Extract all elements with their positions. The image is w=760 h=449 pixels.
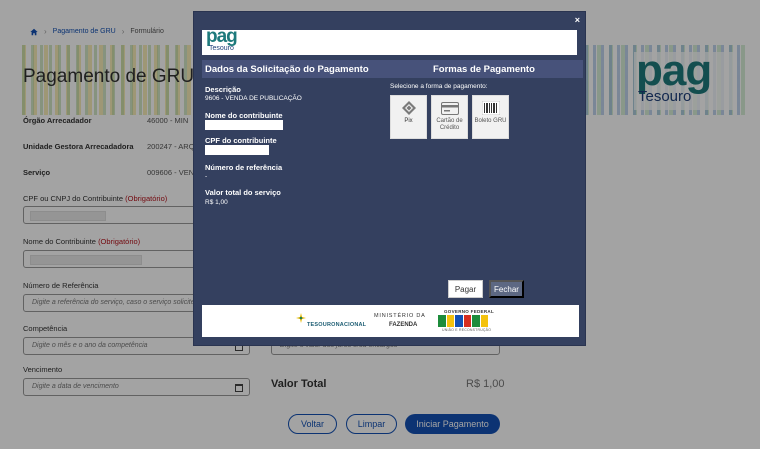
ministerio-fazenda-logo: MINISTÉRIO DA FAZENDA: [374, 313, 426, 328]
nome-contribuinte-value: [205, 120, 283, 130]
pay-option-boleto[interactable]: Boleto GRU: [472, 95, 509, 139]
pagar-button[interactable]: Pagar: [448, 280, 483, 298]
descricao-value: 9606 - VENDA DE PUBLICAÇÃO: [205, 95, 302, 102]
pay-option-cartao[interactable]: Cartão de Crédito: [431, 95, 468, 139]
governo-federal-logo: GOVERNO FEDERAL UNIÃO E RECONSTRUÇÃO: [436, 309, 494, 333]
valor-total-value: R$ 1,00: [205, 199, 228, 206]
modal-logo-bar: pag Tesouro: [202, 26, 577, 55]
cpf-contribuinte-value: [205, 145, 269, 155]
modal-section-header: Dados da Solicitação do Pagamento Formas…: [202, 60, 583, 78]
referencia-value: -: [205, 173, 208, 180]
fechar-button[interactable]: Fechar: [489, 280, 524, 298]
nome-contribuinte-label: Nome do contribuinte: [205, 111, 283, 120]
tesouro-logo-text: Tesouro: [209, 45, 234, 52]
cpf-contribuinte-label: CPF do contribuinte: [205, 136, 277, 145]
close-icon[interactable]: ×: [575, 16, 580, 25]
dados-heading: Dados da Solicitação do Pagamento: [205, 64, 369, 75]
descricao-label: Descrição: [205, 85, 241, 94]
tesouro-nacional-logo: TESOURONACIONAL: [292, 313, 366, 331]
tesouro-nacional-symbol-icon: [296, 313, 306, 323]
pix-icon: [401, 101, 416, 115]
referencia-label: Número de referência: [205, 163, 283, 172]
footer-logos: TESOURONACIONAL MINISTÉRIO DA FAZENDA GO…: [202, 305, 579, 337]
formas-heading: Formas de Pagamento: [433, 64, 535, 75]
pay-instruction: Selecione a forma de pagamento:: [390, 83, 488, 90]
barcode-icon: [481, 101, 500, 115]
brasil-wordmark: [438, 315, 488, 327]
credit-card-icon: [440, 101, 459, 115]
pay-option-pix[interactable]: Pix: [390, 95, 427, 139]
payment-modal: × pag Tesouro Dados da Solicitação do Pa…: [193, 11, 586, 346]
valor-total-label: Valor total do serviço: [205, 188, 281, 197]
